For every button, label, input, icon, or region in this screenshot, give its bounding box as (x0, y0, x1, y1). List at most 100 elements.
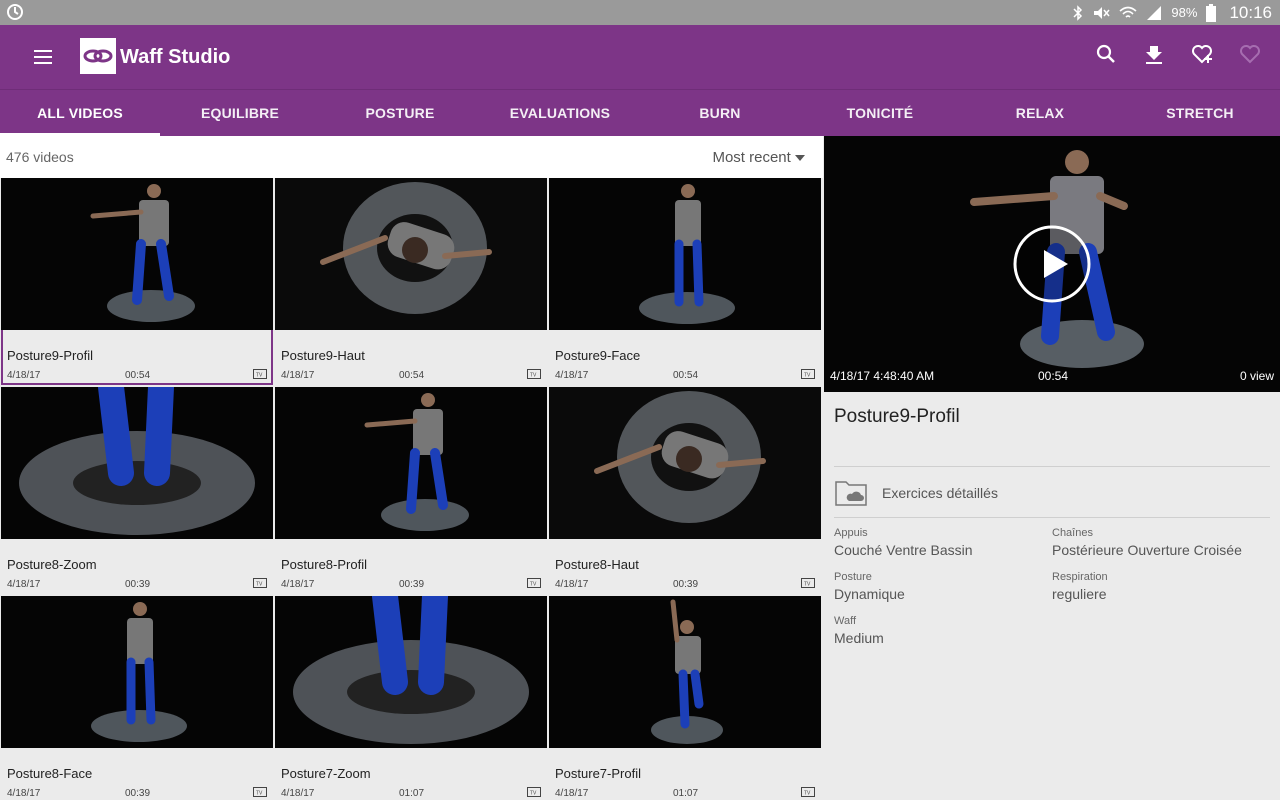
video-thumbnail (275, 387, 547, 539)
video-datetime: 4/18/17 4:48:40 AM (830, 369, 935, 383)
video-card-title: Posture8-Face (7, 766, 93, 781)
signal-icon (1147, 5, 1162, 20)
tab-relax[interactable]: RELAX (960, 90, 1120, 136)
video-thumbnail (275, 178, 547, 330)
video-card[interactable]: Posture7-Zoom 4/18/17 01:07 TV (275, 596, 547, 800)
cloud-folder-icon (835, 481, 867, 506)
list-header: 476 videos Most recent (0, 136, 823, 178)
field-label: Chaînes (1052, 527, 1093, 539)
video-thumbnail (1, 387, 273, 539)
tv-icon: TV (253, 787, 267, 797)
video-card-duration: 00:54 (399, 370, 425, 381)
svg-text:TV: TV (530, 373, 537, 379)
video-card-duration: 00:39 (125, 788, 151, 799)
video-card-title: Posture8-Haut (555, 557, 639, 572)
video-list: 476 videos Most recent Posture9-Profil 4/… (0, 136, 823, 800)
video-card[interactable]: Posture8-Profil 4/18/17 00:39 TV (275, 387, 547, 594)
video-card-duration: 01:07 (673, 788, 699, 799)
svg-text:TV: TV (804, 373, 811, 379)
video-card[interactable]: Posture9-Face 4/18/17 00:54 TV (549, 178, 821, 385)
tv-icon: TV (801, 787, 815, 797)
video-card-duration: 01:07 (399, 788, 425, 799)
bluetooth-icon (1073, 4, 1083, 21)
field-label: Respiration (1052, 571, 1108, 583)
video-card-title: Posture8-Profil (281, 557, 367, 572)
tab-evaluations[interactable]: EVALUATIONS (480, 90, 640, 136)
svg-text:TV: TV (804, 582, 811, 588)
video-card-date: 4/18/17 (555, 579, 589, 590)
video-card-date: 4/18/17 (281, 370, 315, 381)
video-card-date: 4/18/17 (555, 370, 589, 381)
video-card[interactable]: Posture8-Zoom 4/18/17 00:39 TV (1, 387, 273, 594)
tv-icon: TV (253, 578, 267, 588)
app-title: Waff Studio (120, 46, 231, 68)
view-count: 0 view (1239, 369, 1274, 383)
field-value: Dynamique (834, 586, 905, 602)
field-label: Waff (834, 615, 857, 627)
video-card-date: 4/18/17 (7, 370, 41, 381)
svg-text:TV: TV (256, 373, 263, 379)
sync-icon (7, 4, 23, 20)
video-thumbnail (549, 178, 821, 330)
field-label: Appuis (834, 527, 868, 539)
folder-label: Exercices détaillés (882, 485, 998, 501)
tv-icon: TV (801, 578, 815, 588)
svg-text:TV: TV (530, 791, 537, 797)
svg-text:TV: TV (804, 791, 811, 797)
tv-icon: TV (527, 578, 541, 588)
video-card-title: Posture9-Haut (281, 348, 365, 363)
search-icon[interactable] (1094, 42, 1118, 66)
app-logo (80, 38, 116, 74)
tab-all-videos[interactable]: ALL VIDEOS (0, 90, 160, 136)
tv-icon: TV (527, 369, 541, 379)
video-card-duration: 00:39 (673, 579, 699, 590)
video-card-duration: 00:54 (673, 370, 699, 381)
download-icon[interactable] (1142, 42, 1166, 66)
app-bar: Waff Studio (0, 25, 1280, 89)
video-duration: 00:54 (1038, 369, 1069, 383)
video-detail-panel: 4/18/17 4:48:40 AM 00:54 0 view Posture9… (824, 136, 1280, 800)
status-bar: 98% 10:16 (0, 0, 1280, 25)
clock: 10:16 (1229, 2, 1272, 22)
sort-label: Most recent (712, 149, 791, 166)
video-card-duration: 00:54 (125, 370, 151, 381)
dropdown-arrow-icon (795, 155, 805, 161)
video-player[interactable]: 4/18/17 4:48:40 AM 00:54 0 view (824, 136, 1280, 392)
tv-icon: TV (801, 369, 815, 379)
video-card-date: 4/18/17 (281, 788, 315, 799)
tab-posture[interactable]: POSTURE (320, 90, 480, 136)
tab-tonicite[interactable]: TONICITÉ (800, 90, 960, 136)
video-card-date: 4/18/17 (281, 579, 315, 590)
video-card[interactable]: Posture7-Profil 4/18/17 01:07 TV (549, 596, 821, 800)
battery-icon (1206, 3, 1217, 22)
video-card-title: Posture7-Zoom (281, 766, 371, 781)
video-card-title: Posture9-Profil (7, 348, 93, 363)
video-card[interactable]: Posture8-Haut 4/18/17 00:39 TV (549, 387, 821, 594)
video-thumbnail (549, 596, 821, 748)
favorite-icon[interactable] (1238, 42, 1262, 66)
video-card[interactable]: Posture8-Face 4/18/17 00:39 TV (1, 596, 273, 800)
tab-stretch[interactable]: STRETCH (1120, 90, 1280, 136)
exercises-folder-row[interactable]: Exercices détaillés (834, 466, 1270, 518)
field-label: Posture (834, 571, 872, 583)
menu-icon[interactable] (24, 45, 64, 69)
svg-text:TV: TV (530, 582, 537, 588)
video-card-title: Posture7-Profil (555, 766, 641, 781)
battery-percent: 98% (1171, 5, 1198, 20)
video-card[interactable]: Posture9-Profil 4/18/17 00:54 TV (1, 178, 273, 385)
video-card[interactable]: Posture9-Haut 4/18/17 00:54 TV (275, 178, 547, 385)
field-value: reguliere (1052, 586, 1107, 602)
add-favorite-icon[interactable] (1190, 42, 1214, 66)
field-chaines: Chaînes Postérieure Ouverture Croisée (1052, 527, 1242, 558)
video-card-date: 4/18/17 (7, 579, 41, 590)
svg-text:TV: TV (256, 582, 263, 588)
tab-burn[interactable]: BURN (640, 90, 800, 136)
video-card-duration: 00:39 (125, 579, 151, 590)
field-value: Medium (834, 630, 884, 646)
field-value: Couché Ventre Bassin (834, 542, 973, 558)
video-card-date: 4/18/17 (555, 788, 589, 799)
sort-dropdown[interactable]: Most recent (712, 149, 805, 166)
play-icon[interactable] (1012, 224, 1092, 304)
field-respiration: Respiration reguliere (1052, 571, 1108, 602)
tab-equilibre[interactable]: EQUILIBRE (160, 90, 320, 136)
